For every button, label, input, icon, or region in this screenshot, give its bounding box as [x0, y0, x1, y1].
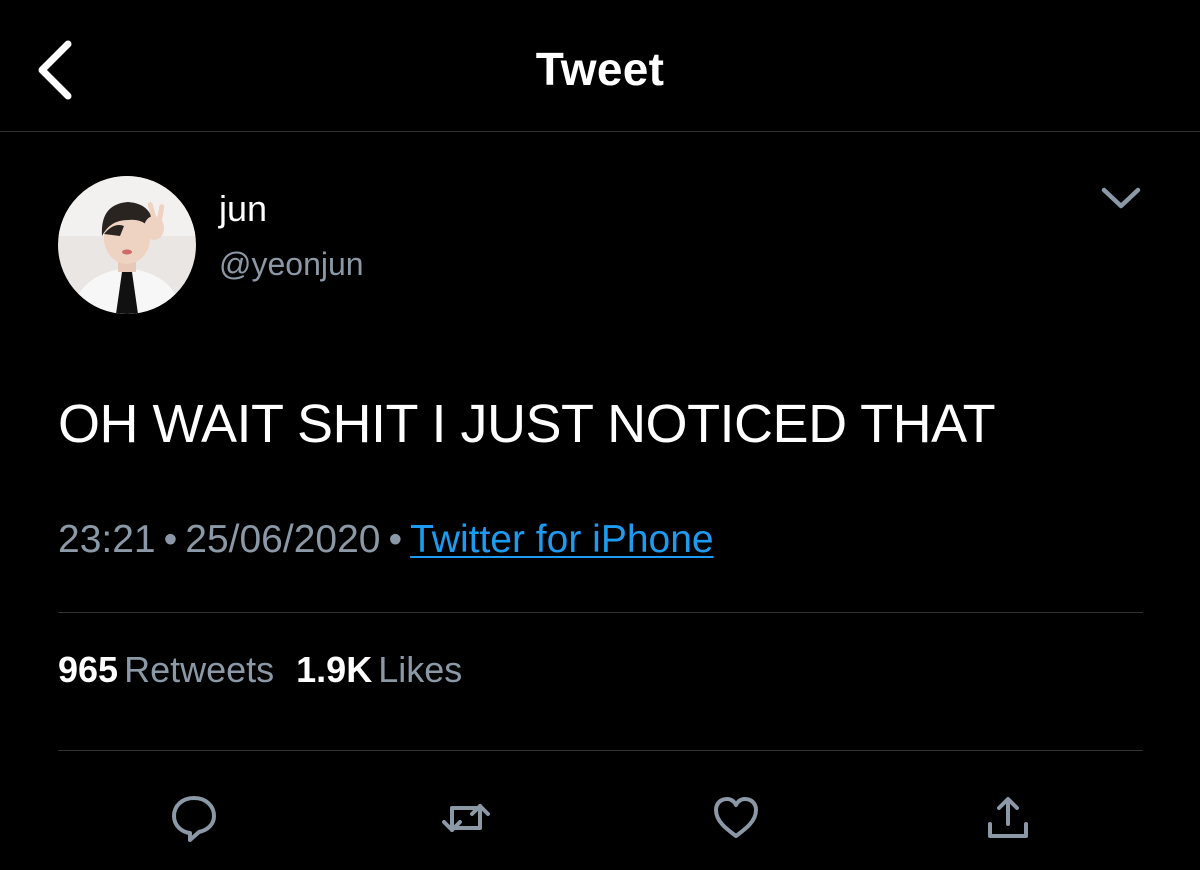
retweets-count: 965 [58, 649, 119, 690]
retweet-button[interactable] [438, 790, 494, 846]
divider [58, 750, 1143, 751]
tweet-meta: 23:21 • 25/06/2020 • Twitter for iPhone [58, 518, 714, 562]
meta-separator: • [388, 518, 403, 561]
chevron-down-icon [1101, 187, 1141, 209]
likes-label: Likes [378, 649, 463, 690]
retweets-label: Retweets [124, 649, 275, 690]
tweet-time: 23:21 [58, 518, 156, 561]
reply-icon [172, 796, 216, 842]
divider [58, 612, 1143, 613]
likes-stat[interactable]: 1.9K Likes [296, 649, 462, 690]
avatar[interactable] [58, 176, 196, 314]
page-title: Tweet [535, 43, 665, 95]
user-handle[interactable]: @yeonjun [219, 246, 364, 283]
tweet-source-link[interactable]: Twitter for iPhone [410, 518, 713, 561]
top-bar: Tweet [0, 0, 1200, 132]
likes-count: 1.9K [296, 649, 373, 690]
share-button[interactable] [980, 790, 1036, 846]
tweet-options-button[interactable] [1096, 178, 1146, 218]
tweet-date: 25/06/2020 [185, 518, 381, 561]
meta-separator: • [163, 518, 178, 561]
share-icon [988, 797, 1028, 838]
retweets-stat[interactable]: 965 Retweets [58, 649, 274, 690]
tweet-text: OH WAIT SHIT I JUST NOTICED THAT [58, 394, 996, 454]
tweet-stats: 965 Retweets 1.9K Likes [58, 649, 462, 691]
like-button[interactable] [708, 790, 764, 846]
reply-button[interactable] [166, 790, 222, 846]
like-icon [714, 797, 758, 838]
display-name[interactable]: jun [219, 188, 267, 230]
retweet-icon [442, 804, 490, 832]
